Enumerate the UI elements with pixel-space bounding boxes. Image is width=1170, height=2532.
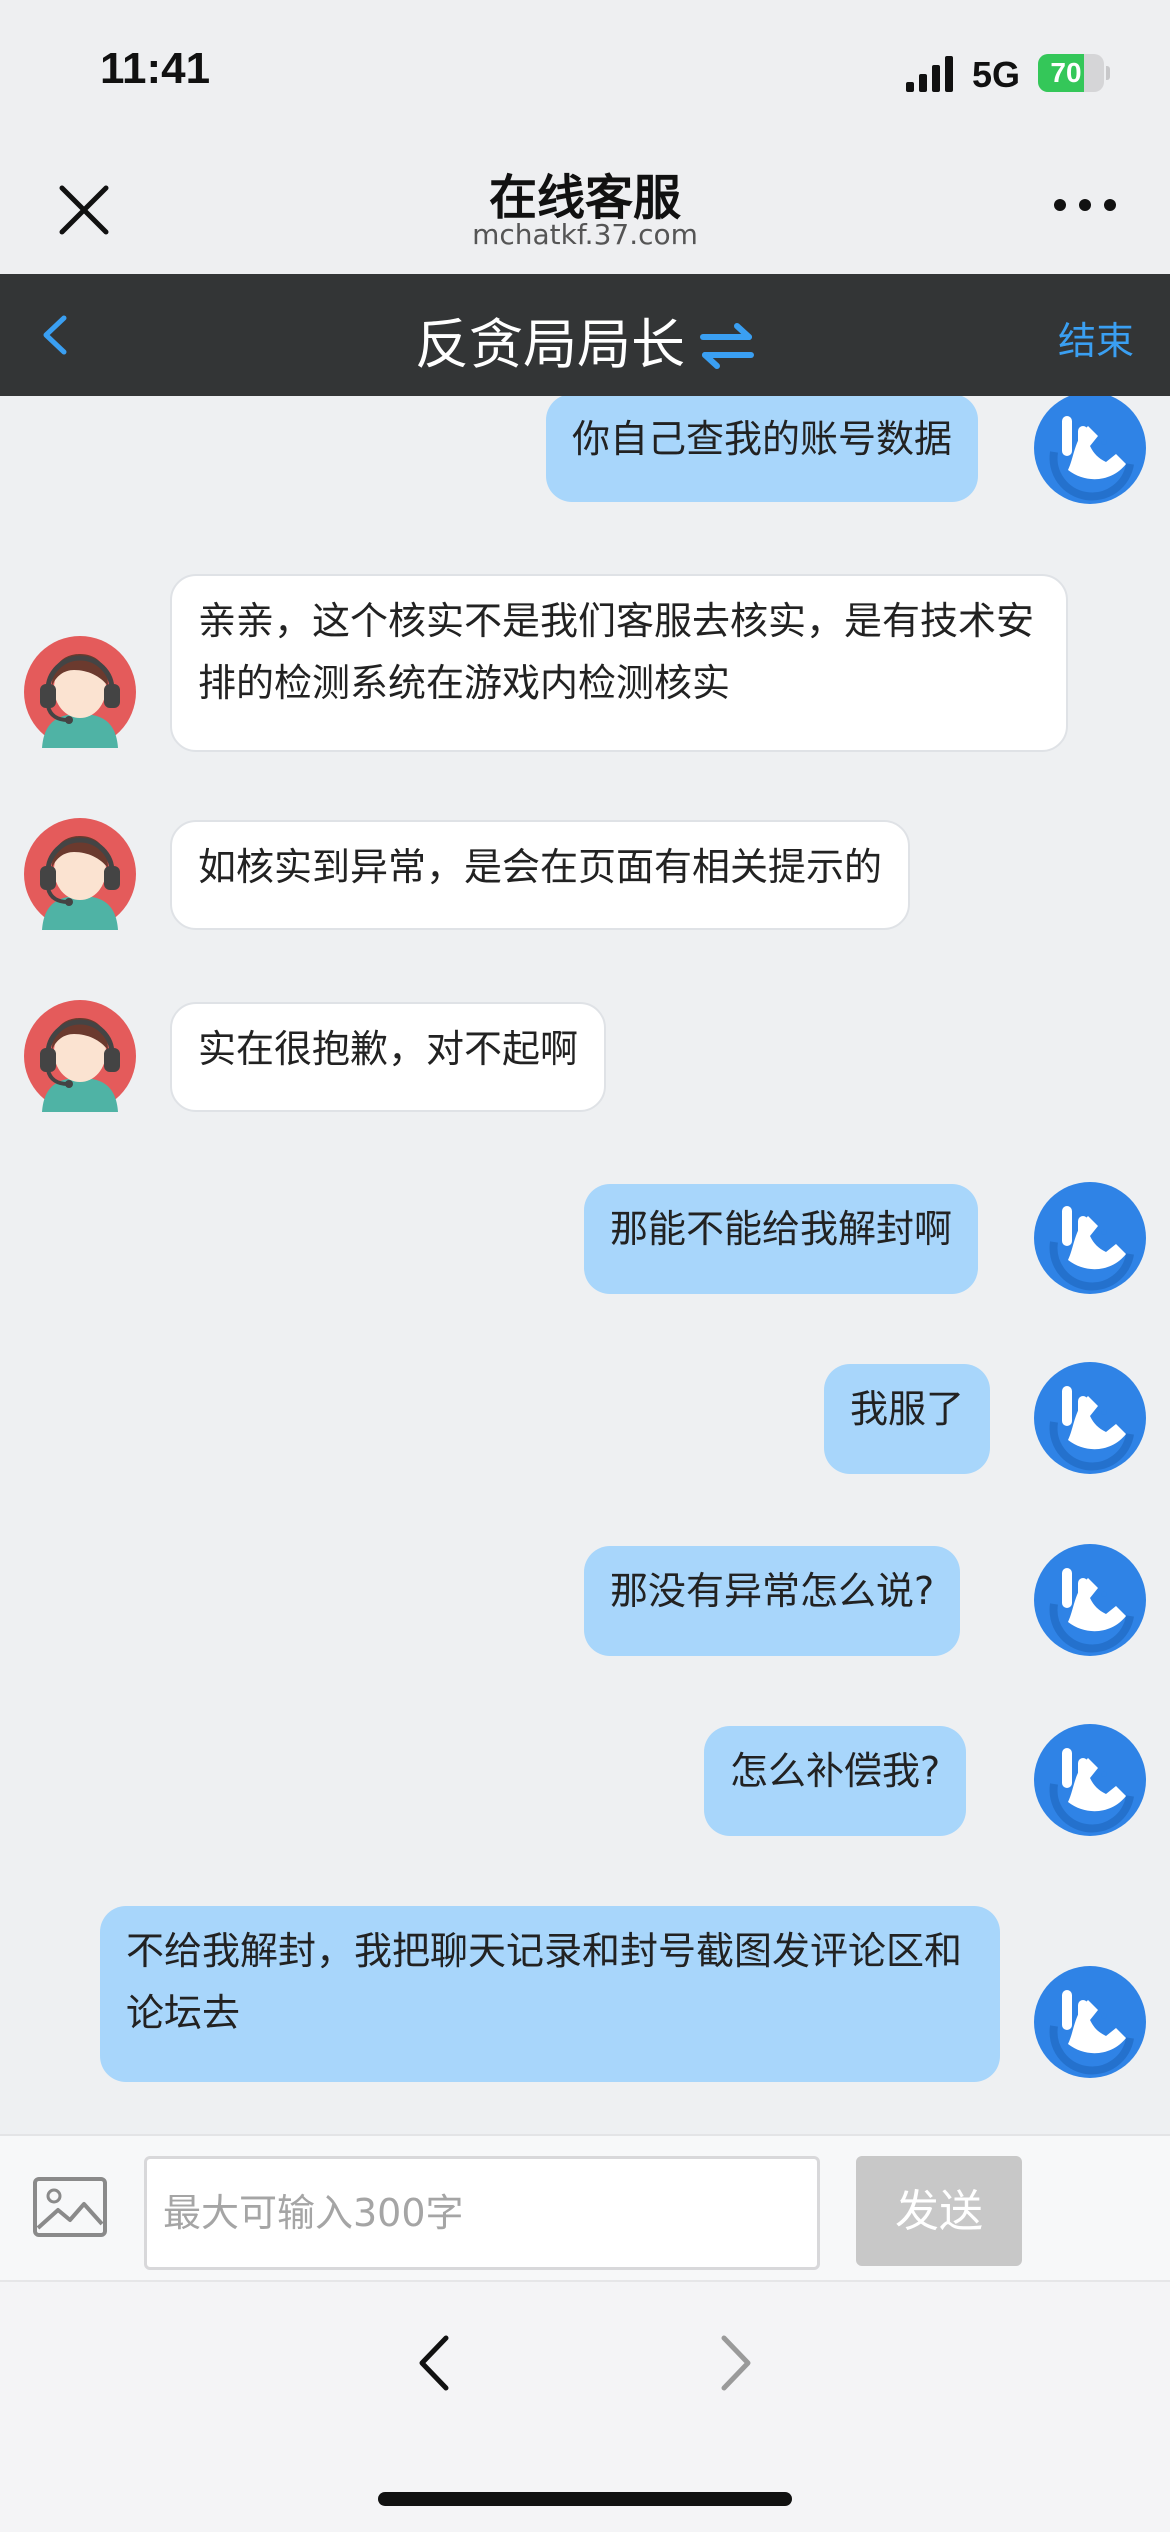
message-text: 我服了 [850,1387,965,1431]
message-text: 不给我解封，我把聊天记录和封号截图发评论区和论坛去 [126,1929,963,2035]
message-bubble-agent: 实在很抱歉，对不起啊 [170,1002,607,1112]
agent-avatar-headset-icon [24,636,136,748]
agent-avatar-headset-icon [24,818,136,930]
chat-title-group[interactable]: 反贪局局长 [0,300,1170,379]
message-text: 亲亲，这个核实不是我们客服去核实，是有技术安排的检测系统在游戏内检测核实 [198,599,1035,705]
message-text: 你自己查我的账号数据 [572,417,953,461]
battery-percent: 70 [1050,57,1082,88]
network-type: 5G [972,54,1021,95]
status-bar: 11:41 5G 70 [0,0,1170,140]
message-bubble-user: 怎么补偿我? [704,1726,967,1836]
image-upload-icon[interactable] [32,2176,108,2238]
home-indicator[interactable] [378,2492,792,2506]
message-bubble-user: 我服了 [824,1364,991,1474]
message-text: 那没有异常怎么说? [610,1569,935,1613]
signal-strength-icon [906,56,953,92]
message-text: 怎么补偿我? [730,1749,941,1793]
more-horizontal-icon[interactable] [1050,190,1120,220]
send-button[interactable]: 发送 [856,2156,1022,2266]
battery-icon: 70 [1038,54,1110,92]
chat-messages[interactable]: 你自己查我的账号数据 亲亲，这个核实不是我们客服去核实，是有技术安排的检测系统在… [0,274,1170,2134]
chat-title: 反贪局局长 [415,313,685,376]
page-url: mchatkf.37.com [472,218,698,251]
agent-avatar-headset-icon [24,1000,136,1112]
message-text: 那能不能给我解封啊 [610,1207,953,1251]
message-composer: 发送 [0,2134,1170,2280]
message-bubble-user: 那能不能给我解封啊 [584,1184,979,1294]
message-text: 实在很抱歉，对不起啊 [198,1027,579,1071]
message-bubble-agent: 如核实到异常，是会在页面有相关提示的 [170,820,911,930]
message-bubble-user: 你自己查我的账号数据 [546,394,979,502]
user-avatar-phone-icon [1034,1724,1146,1836]
swap-arrows-icon[interactable] [699,323,755,369]
browser-nav-bar: 在线客服 mchatkf.37.com [0,140,1170,274]
message-bubble-user: 那没有异常怎么说? [584,1546,961,1656]
user-avatar-phone-icon [1034,1182,1146,1294]
chevron-right-icon[interactable] [712,2332,758,2394]
chevron-left-icon[interactable] [412,2332,458,2394]
user-avatar-phone-icon [1034,392,1146,504]
end-chat-button[interactable]: 结束 [1058,310,1134,365]
message-bubble-agent: 亲亲，这个核实不是我们客服去核实，是有技术安排的检测系统在游戏内检测核实 [170,574,1068,752]
user-avatar-phone-icon [1034,1966,1146,2078]
browser-bottom-bar [0,2280,1170,2532]
chat-header: 反贪局局长 结束 [0,274,1170,396]
user-avatar-phone-icon [1034,1362,1146,1474]
user-avatar-phone-icon [1034,1544,1146,1656]
message-input[interactable] [144,2156,820,2270]
message-bubble-user: 不给我解封，我把聊天记录和封号截图发评论区和论坛去 [100,1906,1000,2082]
status-time: 11:41 [100,44,211,93]
message-text: 如核实到异常，是会在页面有相关提示的 [198,845,883,889]
